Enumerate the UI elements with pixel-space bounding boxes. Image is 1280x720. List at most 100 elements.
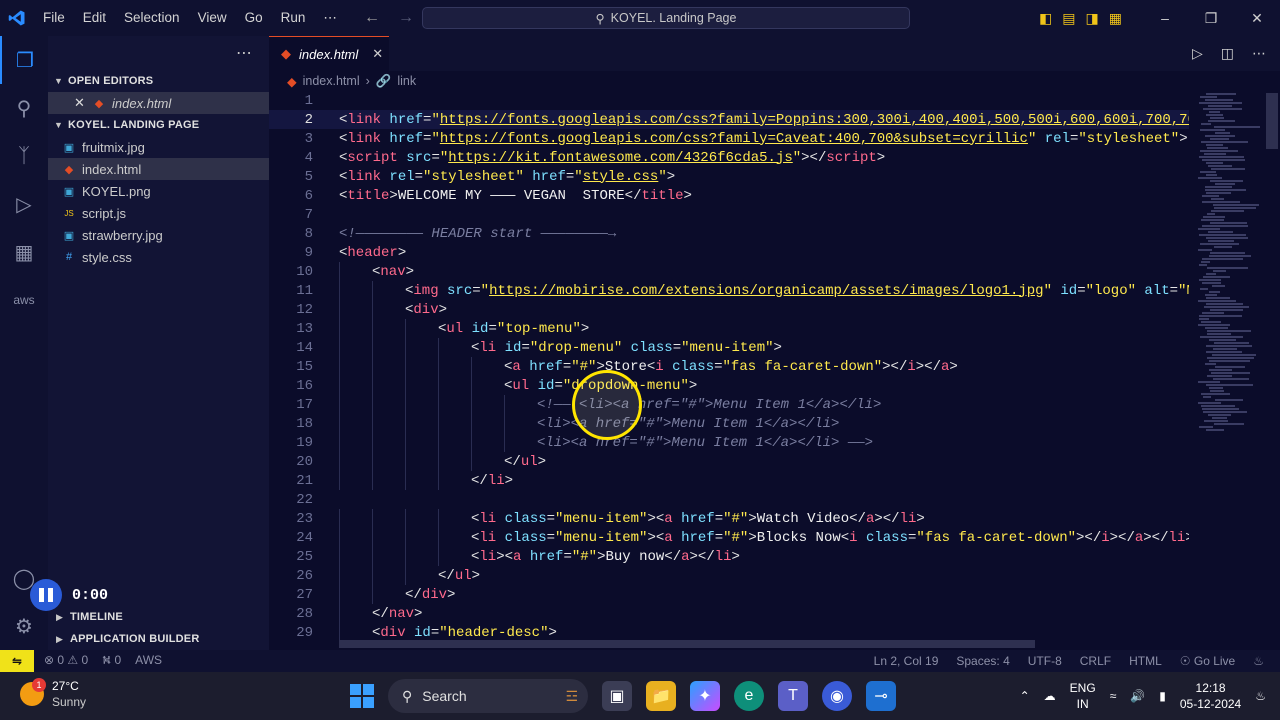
explorer-icon[interactable]: ❐ xyxy=(0,36,48,84)
teams-icon[interactable]: T xyxy=(778,681,808,711)
menu-item-5[interactable]: Run xyxy=(272,0,315,36)
code-line[interactable]: 5 <link rel="stylesheet" href="style.css"… xyxy=(269,167,1189,186)
code-line[interactable]: 27 </div> xyxy=(269,585,1189,604)
code-line[interactable]: 22 xyxy=(269,490,1189,509)
chevron-up-icon[interactable]: ⌃ xyxy=(1020,689,1030,703)
source-control-icon[interactable]: ᛉ xyxy=(0,132,48,180)
battery-icon[interactable]: ▮ xyxy=(1159,689,1166,703)
extensions-icon[interactable]: ▦ xyxy=(0,228,48,276)
project-folder-header[interactable]: ▼ KOYEL. LANDING PAGE xyxy=(48,114,269,136)
task-view-icon[interactable]: ▣ xyxy=(602,681,632,711)
open-editors-header[interactable]: ▼ OPEN EDITORS xyxy=(48,70,269,92)
code-editor[interactable]: 1 2 <link href="https://fonts.googleapis.c… xyxy=(269,91,1189,650)
code-line[interactable]: 25 <li><a href="#">Buy now</a></li> xyxy=(269,547,1189,566)
run-debug-icon[interactable]: ▷ xyxy=(0,180,48,228)
split-editor-icon[interactable]: ◫ xyxy=(1221,45,1234,62)
code-line[interactable]: 19 <li><a href="#">Menu Item 1</a></li> —… xyxy=(269,433,1189,452)
notifications-icon[interactable]: ♨ xyxy=(1255,689,1266,703)
code-line[interactable]: 26 </ul> xyxy=(269,566,1189,585)
clock[interactable]: 12:18 05-12-2024 xyxy=(1180,680,1241,712)
toggle-panel-icon[interactable]: ▤ xyxy=(1062,10,1075,27)
horizontal-scrollbar[interactable] xyxy=(339,640,1035,648)
code-line[interactable]: 11 <img src="https://mobirise.com/extensi… xyxy=(269,281,1189,300)
cursor-position[interactable]: Ln 2, Col 19 xyxy=(874,654,939,668)
code-line[interactable]: 15 <a href="#">Store<i class="fas fa-care… xyxy=(269,357,1189,376)
taskbar-search[interactable]: ⚲ Search ☲ xyxy=(388,679,588,713)
toggle-primary-sidebar-icon[interactable]: ◧ xyxy=(1039,10,1052,27)
code-line[interactable]: 24 <li class="menu-item"><a href="#">Bloc… xyxy=(269,528,1189,547)
problems-count[interactable]: ⊗ 0 ⚠ 0 xyxy=(44,653,88,669)
code-line[interactable]: 28 </nav> xyxy=(269,604,1189,623)
customize-layout-icon[interactable]: ▦ xyxy=(1109,10,1122,27)
code-line[interactable]: 23 <li class="menu-item"><a href="#">Watc… xyxy=(269,509,1189,528)
code-line[interactable]: 16 <ul id="dropdown-menu"> xyxy=(269,376,1189,395)
close-tab-icon[interactable]: ✕ xyxy=(372,46,383,62)
forward-arrow-icon[interactable]: → xyxy=(398,9,414,27)
file-explorer-icon[interactable]: 📁 xyxy=(646,681,676,711)
application-builder-header[interactable]: ▶ APPLICATION BUILDER xyxy=(48,628,269,650)
close-window-button[interactable]: ✕ xyxy=(1234,0,1280,36)
code-line[interactable]: 9 <header> xyxy=(269,243,1189,262)
menu-item-6[interactable]: ⋯ xyxy=(314,0,346,36)
file-item[interactable]: # style.css xyxy=(48,246,269,268)
windows-start-icon[interactable] xyxy=(350,684,374,708)
command-center[interactable]: ⚲ KOYEL. Landing Page xyxy=(422,7,910,29)
restore-button[interactable]: ❐ xyxy=(1188,0,1234,36)
back-arrow-icon[interactable]: ← xyxy=(364,9,380,27)
code-line[interactable]: 17 <!—— <li><a href="#">Menu Item 1</a></… xyxy=(269,395,1189,414)
code-line[interactable]: 12 <div> xyxy=(269,300,1189,319)
vscode-taskbar-icon[interactable]: ⊸ xyxy=(866,681,896,711)
code-line[interactable]: 21 </li> xyxy=(269,471,1189,490)
code-line[interactable]: 6 <title>WELCOME MY ——— VEGAN STORE</titl… xyxy=(269,186,1189,205)
pause-button[interactable] xyxy=(30,579,62,611)
vertical-scrollbar[interactable] xyxy=(1266,93,1278,149)
breadcrumb-symbol[interactable]: link xyxy=(397,74,416,88)
explorer-more-actions[interactable]: ⋯ xyxy=(48,36,269,70)
menu-item-4[interactable]: Go xyxy=(236,0,272,36)
search-view-icon[interactable]: ⚲ xyxy=(0,84,48,132)
open-editor-item[interactable]: ✕ ◆ index.html xyxy=(48,92,269,114)
go-live-button[interactable]: ☉ Go Live xyxy=(1180,654,1235,668)
indentation[interactable]: Spaces: 4 xyxy=(956,654,1009,668)
file-item[interactable]: ▣ strawberry.jpg xyxy=(48,224,269,246)
code-line[interactable]: 7 xyxy=(269,205,1189,224)
notifications-bell-icon[interactable]: ♨ xyxy=(1253,654,1264,668)
code-line[interactable]: 10 <nav> xyxy=(269,262,1189,281)
file-item[interactable]: ▣ fruitmix.jpg xyxy=(48,136,269,158)
language-mode[interactable]: HTML xyxy=(1129,654,1162,668)
code-line[interactable]: 1 xyxy=(269,91,1189,110)
menu-item-0[interactable]: File xyxy=(34,0,74,36)
wifi-icon[interactable]: ≈ xyxy=(1110,689,1117,703)
file-item[interactable]: JS script.js xyxy=(48,202,269,224)
code-line[interactable]: 2 <link href="https://fonts.googleapis.co… xyxy=(269,110,1189,129)
breadcrumb-file[interactable]: index.html xyxy=(303,74,360,88)
code-line[interactable]: 13 <ul id="top-menu"> xyxy=(269,319,1189,338)
language-indicator[interactable]: ENG IN xyxy=(1070,680,1096,712)
chrome-recorder-icon[interactable]: ◉ xyxy=(822,681,852,711)
code-line[interactable]: 8 <!———————— HEADER start ————————→ xyxy=(269,224,1189,243)
tab-index-html[interactable]: ◆ index.html ✕ xyxy=(269,36,389,71)
minimap[interactable] xyxy=(1194,91,1264,441)
more-actions-icon[interactable]: ⋯ xyxy=(1252,45,1266,62)
menu-item-3[interactable]: View xyxy=(189,0,236,36)
code-line[interactable]: 14 <li id="drop-menu" class="menu-item"> xyxy=(269,338,1189,357)
remote-indicator-icon[interactable]: ⇋ xyxy=(0,650,34,672)
code-line[interactable]: 18 <li><a href="#">Menu Item 1</a></li> xyxy=(269,414,1189,433)
end-of-line[interactable]: CRLF xyxy=(1080,654,1111,668)
edge-browser-icon[interactable]: e xyxy=(734,681,764,711)
cloud-icon[interactable]: ☁ xyxy=(1044,689,1056,703)
volume-icon[interactable]: 🔊 xyxy=(1130,689,1145,703)
menu-item-2[interactable]: Selection xyxy=(115,0,189,36)
code-line[interactable]: 4 <script src="https://kit.fontawesome.co… xyxy=(269,148,1189,167)
weather-widget[interactable]: 1 27°C Sunny xyxy=(20,678,86,710)
copilot-icon[interactable]: ✦ xyxy=(690,681,720,711)
toggle-secondary-sidebar-icon[interactable]: ◨ xyxy=(1086,10,1099,27)
code-line[interactable]: 3 <link href="https://fonts.googleapis.co… xyxy=(269,129,1189,148)
code-line[interactable]: 20 </ul> xyxy=(269,452,1189,471)
aws-status[interactable]: AWS xyxy=(135,653,162,669)
aws-icon[interactable]: aws xyxy=(0,276,48,324)
ports-count[interactable]: ⛕ 0 xyxy=(102,653,121,669)
close-editor-icon[interactable]: ✕ xyxy=(74,95,88,111)
encoding[interactable]: UTF-8 xyxy=(1028,654,1062,668)
minimize-button[interactable]: – xyxy=(1142,0,1188,36)
